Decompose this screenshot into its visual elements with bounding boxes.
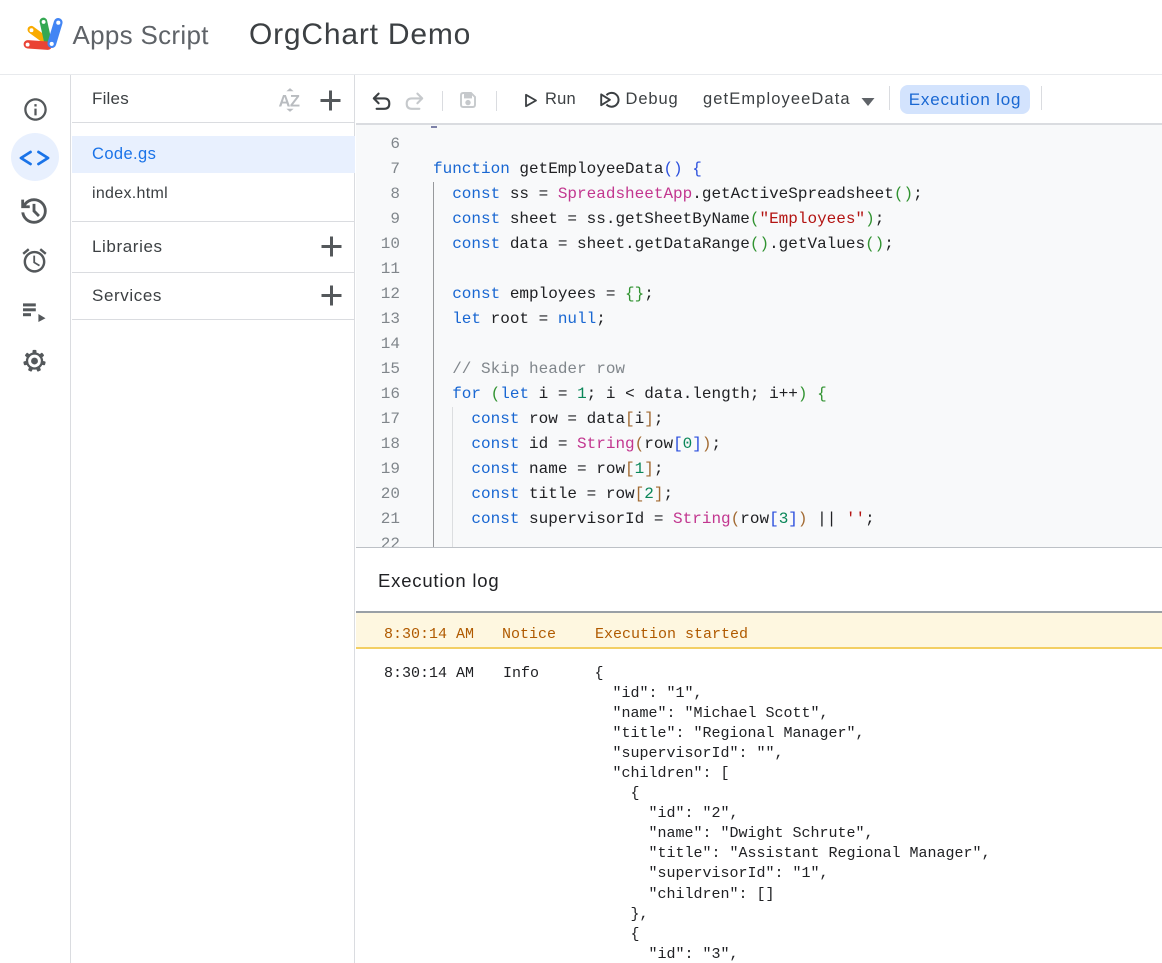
svg-text:AZ: AZ: [279, 93, 300, 111]
